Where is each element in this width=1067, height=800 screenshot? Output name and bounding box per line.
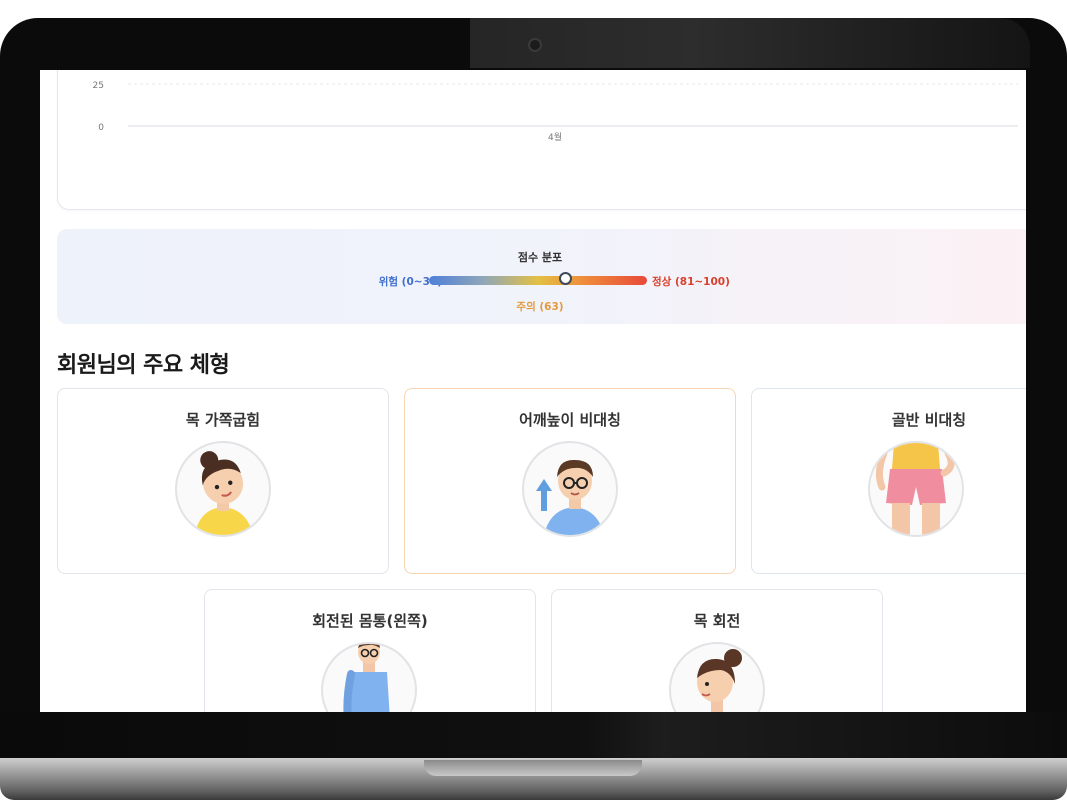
rotated-torso-icon <box>321 642 417 712</box>
section-title: 회원님의 주요 체형 <box>57 353 230 378</box>
score-history-chart: 25 0 4월 <box>57 70 1026 210</box>
score-distribution-title: 점수 분포 <box>517 251 563 264</box>
type-card-rotated-torso-left[interactable]: 회전된 몸통(왼쪽) <box>204 589 536 712</box>
y-tick-0: 0 <box>98 123 104 133</box>
score-scale: 위험 (0~30) 정상 (81~100) <box>57 272 1026 288</box>
chart-plot: 25 0 4월 <box>93 81 1018 143</box>
neck-rotation-woman-icon <box>669 642 765 712</box>
type-card-neck-lateral-flexion[interactable]: 목 가쪽굽힘 <box>57 388 389 574</box>
type-card-neck-rotation[interactable]: 목 회전 <box>551 589 883 712</box>
type-card-pelvis-asymmetry[interactable]: 골반 비대칭 <box>751 388 1026 574</box>
head-tilt-woman-icon <box>175 441 271 537</box>
current-score-label: 주의 (63) <box>516 301 564 313</box>
normal-range-label: 정상 (81~100) <box>652 276 730 288</box>
type-label: 골반 비대칭 <box>891 411 967 429</box>
type-label: 어깨높이 비대칭 <box>519 411 621 429</box>
x-tick-april: 4월 <box>548 131 562 143</box>
bezel-reflection <box>470 18 1030 68</box>
type-card-shoulder-asymmetry[interactable]: 어깨높이 비대칭 <box>404 388 736 574</box>
webcam-icon <box>528 38 542 52</box>
type-label: 회전된 몸통(왼쪽) <box>312 612 428 630</box>
score-gradient-bar <box>429 272 647 285</box>
score-marker <box>559 272 573 285</box>
score-distribution-panel: 점수 분포 위험 (0~30) 정상 (81~100) 주의 (63) <box>57 229 1026 324</box>
shoulder-asymmetry-man-icon <box>522 441 618 537</box>
type-label: 목 가쪽굽힘 <box>185 411 261 429</box>
y-tick-25: 25 <box>93 81 104 91</box>
type-label: 목 회전 <box>693 612 741 630</box>
app-screen: 25 0 4월 점수 분포 위험 (0~30) 정상 (81~100) 주의 (… <box>40 70 1026 712</box>
pelvis-asymmetry-icon <box>868 441 964 537</box>
laptop-hinge <box>424 760 642 776</box>
